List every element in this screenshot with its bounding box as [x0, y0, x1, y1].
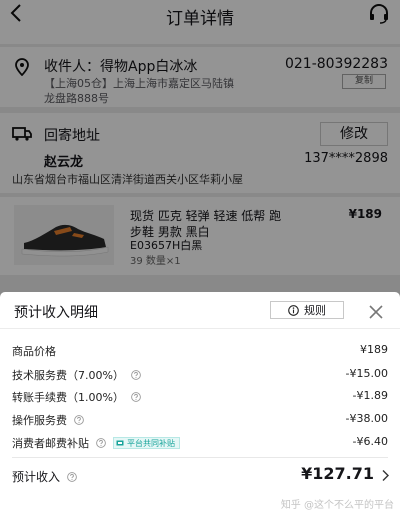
subsidy-tag-icon — [116, 440, 124, 446]
fee-value: -¥15.00 — [345, 367, 388, 380]
fee-label: 消费者邮费补贴 平台共同补贴 — [12, 435, 180, 451]
total-label: 预计收入 — [12, 468, 77, 485]
fee-row-transfer-fee: 转账手续费（1.00%） -¥1.89 — [0, 387, 400, 407]
fee-label-text: 转账手续费（1.00%） — [12, 391, 124, 404]
fee-row-tech-service: 技术服务费（7.00%） -¥15.00 — [0, 365, 400, 385]
fee-row-product-price: 商品价格 ¥189 — [0, 341, 400, 361]
help-question-icon[interactable] — [67, 471, 77, 482]
fee-label: 商品价格 — [12, 343, 56, 359]
fee-label-text: 操作服务费 — [12, 414, 67, 427]
total-income-row[interactable]: 预计收入 ¥127.71 — [0, 464, 400, 488]
help-question-icon[interactable] — [131, 392, 141, 402]
rules-label: 规则 — [304, 304, 326, 317]
help-question-icon[interactable] — [131, 370, 141, 380]
fee-row-operation-fee: 操作服务费 -¥38.00 — [0, 410, 400, 430]
chevron-right-icon[interactable] — [381, 469, 390, 482]
watermark-text: 知乎 @这个不么平的平台 — [280, 500, 394, 511]
rules-button[interactable]: 规则 — [270, 301, 344, 319]
sheet-title: 预计收入明细 — [14, 305, 98, 321]
subsidy-tag: 平台共同补贴 — [113, 437, 180, 449]
total-divider — [12, 457, 388, 458]
help-question-icon[interactable] — [74, 415, 84, 425]
subsidy-tag-label: 平台共同补贴 — [127, 438, 175, 448]
fee-value: -¥1.89 — [352, 389, 388, 402]
fee-label: 技术服务费（7.00%） — [12, 367, 141, 383]
fee-label-text: 商品价格 — [12, 345, 56, 358]
info-icon — [288, 304, 299, 316]
close-icon[interactable] — [368, 304, 384, 320]
fee-label-text: 消费者邮费补贴 — [12, 437, 89, 450]
fee-label-text: 技术服务费（7.00%） — [12, 369, 124, 382]
total-income-value: ¥127.71 — [301, 464, 374, 483]
sheet-divider — [0, 328, 400, 329]
fee-value: ¥189 — [360, 343, 388, 356]
fee-label: 转账手续费（1.00%） — [12, 389, 141, 405]
total-label-text: 预计收入 — [12, 470, 61, 484]
fee-row-shipping-subsidy: 消费者邮费补贴 平台共同补贴 -¥6.40 — [0, 433, 400, 453]
fee-label: 操作服务费 — [12, 412, 84, 428]
fee-value: -¥38.00 — [345, 412, 388, 425]
help-question-icon[interactable] — [96, 438, 106, 448]
fee-value: -¥6.40 — [352, 435, 388, 448]
